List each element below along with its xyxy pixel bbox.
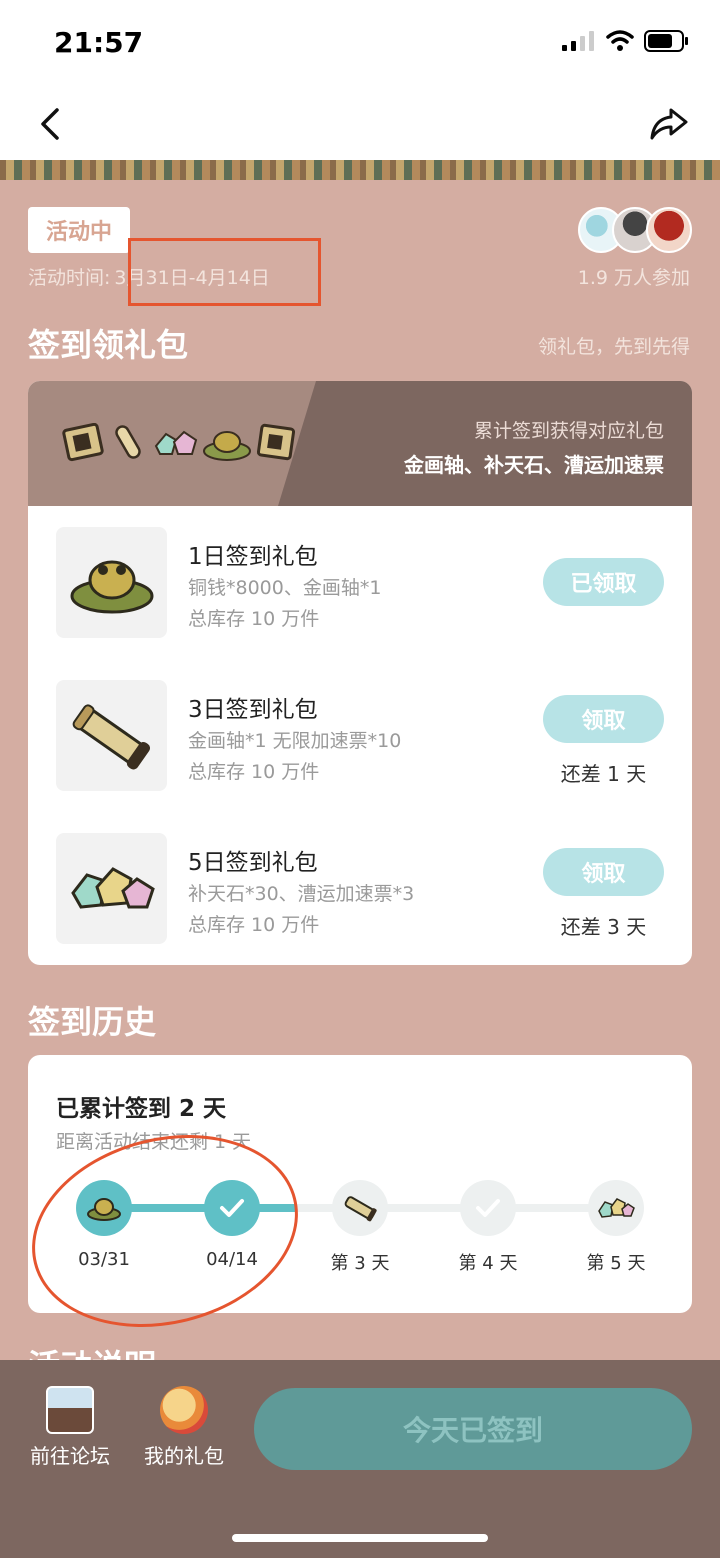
section-note: 领礼包，先到先得 bbox=[537, 336, 690, 358]
day-label: 第 3 天 bbox=[330, 1253, 390, 1274]
back-button[interactable] bbox=[30, 96, 70, 152]
gift-header-title: 金画轴、补天石、漕运加速票 bbox=[404, 453, 664, 477]
scroll-icon bbox=[344, 1196, 377, 1222]
checkmark-icon bbox=[476, 1199, 500, 1217]
gift-name: 5日签到礼包 bbox=[188, 850, 318, 876]
home-indicator bbox=[232, 1534, 488, 1542]
status-icons bbox=[562, 30, 690, 52]
banner-image bbox=[0, 160, 720, 180]
chevron-left-icon bbox=[41, 108, 59, 140]
my-gifts-label: 我的礼包 bbox=[144, 1444, 224, 1468]
forum-button[interactable]: 前往论坛 bbox=[20, 1386, 120, 1469]
day-label: 第 5 天 bbox=[586, 1253, 646, 1274]
days-remaining: 还差 3 天 bbox=[560, 915, 647, 939]
day-node bbox=[332, 1180, 388, 1236]
section-title-signin: 签到领礼包 bbox=[28, 326, 189, 364]
gift-description: 铜钱*8000、金画轴*1 bbox=[188, 577, 382, 599]
claimed-button[interactable]: 已领取 bbox=[543, 558, 664, 606]
share-icon bbox=[650, 108, 688, 140]
scroll-box-icon bbox=[256, 423, 296, 461]
scroll-box-icon bbox=[62, 423, 104, 462]
gift-icon bbox=[160, 1386, 208, 1434]
gift-row: 5日签到礼包 补天石*30、漕运加速票*3 总库存 10 万件 领取 还差 3 … bbox=[28, 833, 692, 945]
scroll-icon bbox=[72, 703, 150, 770]
gift-name: 3日签到礼包 bbox=[188, 697, 318, 723]
gift-stock: 总库存 10 万件 bbox=[188, 608, 320, 630]
participant-count: 1.9 万人参加 bbox=[577, 267, 690, 289]
toad-icon bbox=[70, 560, 153, 613]
gem-icon bbox=[154, 430, 198, 455]
gift-name: 1日签到礼包 bbox=[188, 544, 318, 570]
section-title-description: 活动说明 bbox=[28, 1344, 156, 1360]
gift-stock: 总库存 10 万件 bbox=[188, 914, 320, 936]
activity-time-label: 活动时间: bbox=[28, 267, 111, 289]
scroll-icon bbox=[115, 425, 141, 459]
gift-card: 累计签到获得对应礼包 金画轴、补天石、漕运加速票 1日签到礼包 铜钱*8000、… bbox=[28, 381, 692, 965]
claim-button[interactable]: 领取 bbox=[543, 848, 664, 896]
signal-icon bbox=[562, 31, 594, 51]
gift-header: 累计签到获得对应礼包 金画轴、补天石、漕运加速票 bbox=[28, 381, 692, 506]
day-node bbox=[460, 1180, 516, 1236]
claim-button[interactable]: 领取 bbox=[543, 695, 664, 743]
forum-icon bbox=[46, 1386, 94, 1434]
gift-thumbnail bbox=[56, 527, 167, 638]
my-gifts-button[interactable]: 我的礼包 bbox=[134, 1386, 234, 1469]
gift-stock: 总库存 10 万件 bbox=[188, 761, 320, 783]
gem-icon bbox=[70, 866, 155, 909]
days-remaining: 还差 1 天 bbox=[560, 762, 647, 786]
status-bar: 21:57 bbox=[0, 0, 720, 88]
bottom-bar: 前往论坛 我的礼包 今天已签到 bbox=[0, 1360, 720, 1558]
gift-description: 补天石*30、漕运加速票*3 bbox=[188, 883, 415, 905]
checkin-button[interactable]: 今天已签到 bbox=[254, 1388, 692, 1470]
gem-icon bbox=[598, 1198, 635, 1218]
day-node bbox=[588, 1180, 644, 1236]
toad-icon bbox=[203, 431, 251, 461]
checkin-summary: 已累计签到 2 天 bbox=[56, 1096, 227, 1122]
avatar bbox=[646, 207, 692, 253]
status-badge: 活动中 bbox=[28, 207, 130, 253]
forum-label: 前往论坛 bbox=[30, 1444, 110, 1468]
gift-thumbnail bbox=[56, 680, 167, 791]
gift-row: 1日签到礼包 铜钱*8000、金画轴*1 总库存 10 万件 已领取 bbox=[28, 527, 692, 639]
battery-icon bbox=[644, 30, 688, 52]
gift-description: 金画轴*1 无限加速票*10 bbox=[188, 730, 402, 752]
gift-row: 3日签到礼包 金画轴*1 无限加速票*10 总库存 10 万件 领取 还差 1 … bbox=[28, 680, 692, 792]
annotation-box bbox=[128, 238, 321, 306]
day-label: 第 4 天 bbox=[458, 1253, 518, 1274]
wifi-icon bbox=[606, 30, 634, 51]
status-time: 21:57 bbox=[54, 26, 144, 59]
nav-bar bbox=[0, 88, 720, 160]
gift-thumbnail bbox=[56, 833, 167, 944]
participant-avatars bbox=[578, 207, 692, 253]
gift-items-illustration bbox=[62, 423, 298, 463]
share-button[interactable] bbox=[644, 96, 694, 152]
gift-header-subtitle: 累计签到获得对应礼包 bbox=[473, 420, 664, 442]
section-title-history: 签到历史 bbox=[28, 1003, 157, 1041]
